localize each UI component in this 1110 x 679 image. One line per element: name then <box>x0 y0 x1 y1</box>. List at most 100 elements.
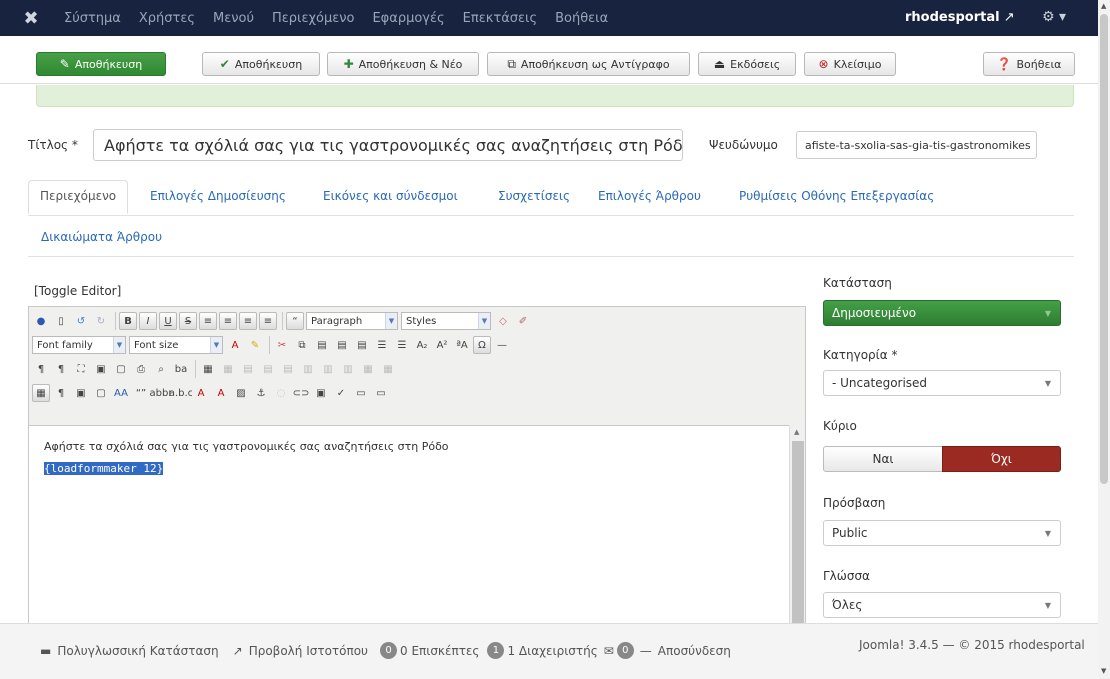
strikethrough-icon[interactable]: S <box>179 312 197 330</box>
scroll-down-icon[interactable]: ▼ <box>1101 667 1106 675</box>
absolute-icon[interactable]: ▢ <box>92 384 110 402</box>
row-after-icon[interactable]: ▤ <box>259 360 277 378</box>
versions-button[interactable]: ⏏ Εκδόσεις <box>698 52 796 76</box>
tab-publishing[interactable]: Επιλογές Δημοσίευσης <box>150 189 286 203</box>
row-before-icon[interactable]: ▤ <box>239 360 257 378</box>
abbr-icon[interactable]: abbr <box>150 384 172 402</box>
cleanup-icon[interactable]: ✐ <box>514 312 532 330</box>
font-size-select[interactable]: Font size ▼ <box>129 336 223 354</box>
template-icon[interactable]: ▢ <box>112 360 130 378</box>
save-close-button[interactable]: ✎ Αποθήκευση <box>36 52 166 76</box>
title-input[interactable]: Αφήστε τα σχόλιά σας για τις γαστρονομικ… <box>93 129 683 161</box>
col-after-icon[interactable]: ▥ <box>319 360 337 378</box>
col-delete-icon[interactable]: ▥ <box>339 360 357 378</box>
anchor-icon[interactable]: ⚓ <box>252 384 270 402</box>
numbered-list-icon[interactable]: ☰ <box>393 336 411 354</box>
col-before-icon[interactable]: ▥ <box>299 360 317 378</box>
split-cells-icon[interactable]: ▦ <box>379 360 397 378</box>
visual-aid-icon[interactable]: ▦ <box>32 384 50 402</box>
page-scrollbar[interactable]: ▲ ▼ <box>1098 0 1110 679</box>
horizontal-rule-icon[interactable]: — <box>493 336 511 354</box>
redo-icon[interactable]: ↻ <box>92 312 110 330</box>
paragraph-icon[interactable]: ¶ <box>52 384 70 402</box>
tab-associations[interactable]: Συσχετίσεις <box>498 189 570 203</box>
paste-icon[interactable]: ▤ <box>313 336 331 354</box>
search-icon[interactable]: ⌕ <box>152 360 170 378</box>
language-select[interactable]: Όλες ▼ <box>823 592 1061 618</box>
align-right-icon[interactable]: ≡ <box>239 312 257 330</box>
italic-icon[interactable]: I <box>139 312 157 330</box>
help-button[interactable]: ❓ Βοήθεια <box>983 52 1075 76</box>
paste-word-icon[interactable]: ▤ <box>353 336 371 354</box>
align-center-icon[interactable]: ≡ <box>219 312 237 330</box>
save-copy-button[interactable]: ⧉ Αποθήκευση ως Αντίγραφο <box>487 52 690 76</box>
alias-input[interactable]: afiste-ta-sxolia-sas-gia-tis-gastronomik… <box>796 131 1037 159</box>
status-select[interactable]: Δημοσιευμένο ▼ <box>823 300 1061 326</box>
gear-icon[interactable]: ⚙ ▾ <box>1042 9 1066 25</box>
style-props-icon[interactable]: AA <box>112 384 130 402</box>
table-icon[interactable]: ▦ <box>199 360 217 378</box>
menu-menus[interactable]: Μενού <box>213 11 254 26</box>
tab-content[interactable]: Περιεχόμενο <box>28 180 129 214</box>
fullscreen-icon[interactable]: ⛶ <box>72 360 90 378</box>
print-icon[interactable]: ⎙ <box>132 360 150 378</box>
pagebreak-icon[interactable]: ▭ <box>352 384 370 402</box>
tab-permissions[interactable]: Δικαιώματα Άρθρου <box>41 230 162 244</box>
format-select[interactable]: Paragraph ▼ <box>306 312 398 330</box>
del-icon[interactable]: A <box>192 384 210 402</box>
bold-icon[interactable]: B <box>119 312 137 330</box>
access-select[interactable]: Public ▼ <box>823 520 1061 546</box>
table-delete-icon[interactable]: ▦ <box>219 360 237 378</box>
font-family-select[interactable]: Font family ▼ <box>32 336 126 354</box>
joomla-logo-icon[interactable]: ✖ <box>14 8 48 29</box>
editor-scroll-thumb[interactable] <box>792 441 804 637</box>
editor-scrollbar[interactable]: ▲ <box>789 425 805 640</box>
page-scroll-thumb[interactable] <box>1100 14 1108 484</box>
multilang-status-link[interactable]: Πολυγλωσσική Κατάσταση <box>57 644 218 658</box>
scroll-up-icon[interactable]: ▲ <box>1101 2 1106 10</box>
paste-text-icon[interactable]: ▤ <box>333 336 351 354</box>
eraser-icon[interactable]: ◇ <box>494 312 512 330</box>
cite-icon[interactable]: “” <box>132 384 150 402</box>
save-new-button[interactable]: ✚ Αποθήκευση & Νέο <box>327 52 479 76</box>
attribs-icon[interactable]: ▨ <box>232 384 250 402</box>
underline-icon[interactable]: U <box>159 312 177 330</box>
undo-icon[interactable]: ↺ <box>72 312 90 330</box>
help-icon[interactable]: ● <box>32 312 50 330</box>
toggle-editor-link[interactable]: [Toggle Editor] <box>34 284 121 298</box>
menu-help[interactable]: Βοήθεια <box>555 11 608 26</box>
tab-images-links[interactable]: Εικόνες και σύνδεσμοι <box>323 189 458 203</box>
superscript-icon[interactable]: A² <box>433 336 451 354</box>
envelope-icon[interactable]: ✉ <box>604 644 614 658</box>
view-site-link[interactable]: Προβολή Ιστοτόπου <box>249 644 368 658</box>
subscript-icon[interactable]: A₂ <box>413 336 431 354</box>
logout-link[interactable]: Αποσύνδεση <box>658 644 731 658</box>
tab-editor-config[interactable]: Ρυθμίσεις Οθόνης Επεξεργασίας <box>739 189 934 203</box>
text-color-icon[interactable]: A <box>226 336 244 354</box>
copy-icon[interactable]: ⧉ <box>293 336 311 354</box>
replace-icon[interactable]: ba <box>172 360 190 378</box>
styles-select[interactable]: Styles ▼ <box>401 312 491 330</box>
media-icon[interactable]: ▣ <box>92 360 110 378</box>
justify-icon[interactable]: ≡ <box>259 312 277 330</box>
featured-no-button[interactable]: Όχι <box>942 446 1061 472</box>
row-delete-icon[interactable]: ▤ <box>279 360 297 378</box>
tab-article-options[interactable]: Επιλογές Άρθρου <box>598 189 701 203</box>
category-select[interactable]: - Uncategorised ▼ <box>823 370 1061 396</box>
acronym-icon[interactable]: a.b.c <box>169 384 193 402</box>
ltr-icon[interactable]: ¶ <box>32 360 50 378</box>
menu-content[interactable]: Περιεχόμενο <box>272 11 354 26</box>
insert-layer-icon[interactable]: ▣ <box>72 384 90 402</box>
omega-icon[interactable]: Ω <box>473 336 491 354</box>
save-button[interactable]: ✔ Αποθήκευση <box>202 52 320 76</box>
rtl-icon[interactable]: ¶ <box>52 360 70 378</box>
blockquote-icon[interactable]: “ <box>286 312 304 330</box>
menu-system[interactable]: Σύστημα <box>64 11 121 26</box>
editor-content[interactable]: Αφήστε τα σχόλιά σας για τις γαστρονομικ… <box>29 425 789 640</box>
site-link[interactable]: rhodesportal ↗ <box>905 10 1015 25</box>
readmore-icon[interactable]: ▭ <box>372 384 390 402</box>
ins-icon[interactable]: A <box>212 384 230 402</box>
scroll-up-icon[interactable]: ▲ <box>794 428 799 436</box>
unlink-icon[interactable]: ◌ <box>272 384 290 402</box>
highlight-icon[interactable]: ✎ <box>246 336 264 354</box>
